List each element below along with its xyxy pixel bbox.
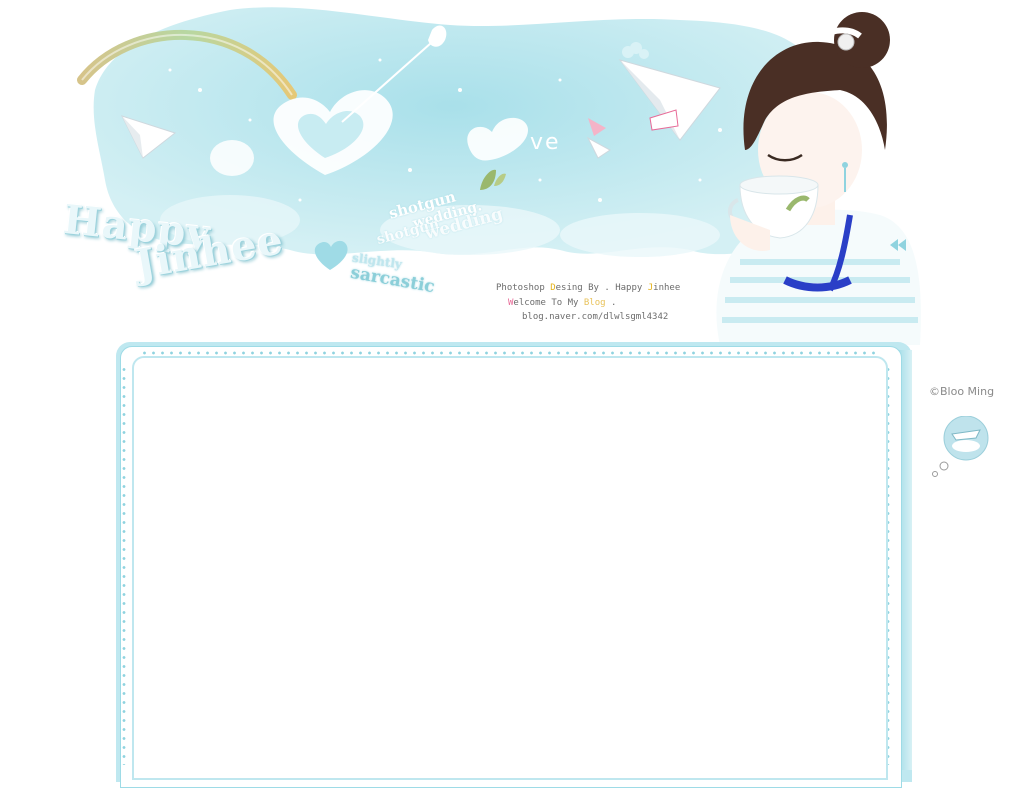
credits-text: Photoshop Desing By . Happy Jinhee Welco… [496,281,680,325]
credits-line-2: Welcome To My Blog . [508,297,617,308]
header-banner: Happy Jinhee shotgun wedding. shotgun we… [0,0,1024,345]
credits-line-1: Photoshop Desing By . Happy Jinhee [496,283,681,293]
thought-bubble-plane-icon [932,416,989,477]
frame-dots-top [140,351,880,355]
widget-credit: ©Bloo Ming [929,385,995,398]
girl-illustration [716,12,921,345]
content-area [132,356,888,780]
blog-url-link[interactable]: blog.naver.com/dlwlsgml4342 [496,310,680,325]
deco-word-love: ve [530,130,561,155]
frame-dots-left [122,365,126,765]
